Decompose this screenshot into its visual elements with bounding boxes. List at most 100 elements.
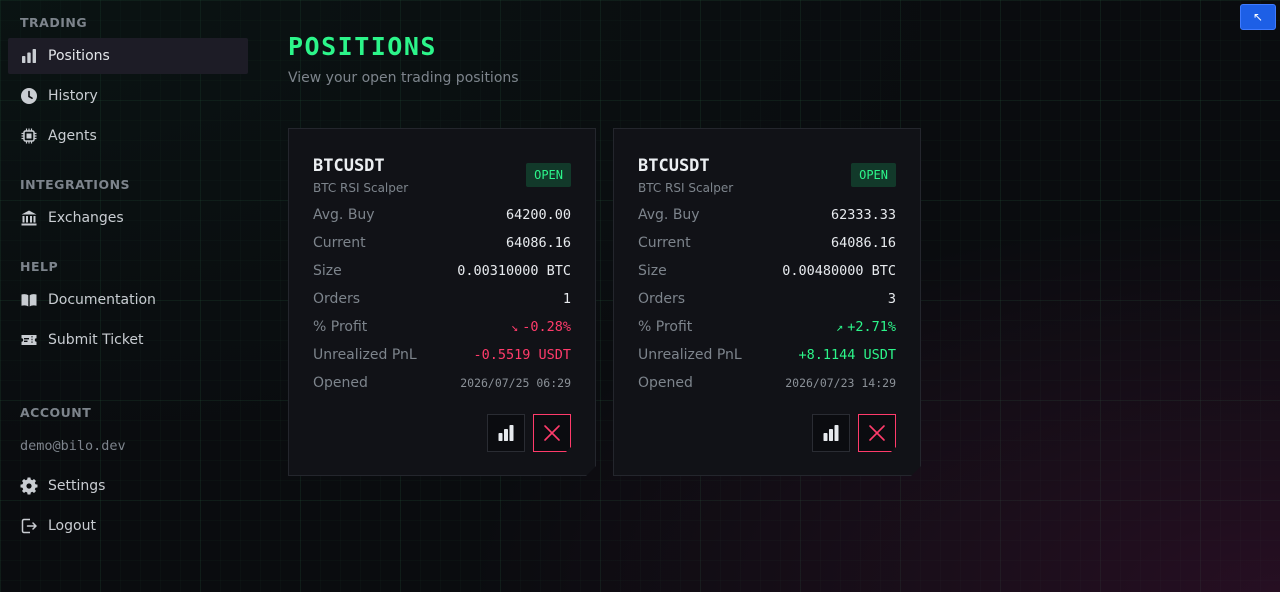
opened-row: Opened 2026/07/25 06:29 (313, 369, 571, 397)
book-open-icon (20, 291, 38, 309)
page-title: POSITIONS (288, 32, 437, 61)
sidebar-item-label: Submit Ticket (48, 332, 144, 348)
size-label: Size (313, 263, 342, 279)
sidebar-item-agents[interactable]: Agents (8, 118, 248, 154)
sidebar-item-documentation[interactable]: Documentation (8, 282, 248, 318)
clock-icon (20, 87, 38, 105)
profit-value: ↗ +2.71% (836, 319, 896, 335)
view-chart-button[interactable] (812, 414, 850, 452)
size-row: Size 0.00480000 BTC (638, 257, 896, 285)
trend-up-icon: ↗ (835, 320, 844, 334)
opened-value: 2026/07/25 06:29 (460, 376, 571, 390)
section-title-account: ACCOUNT (20, 405, 92, 420)
sidebar-item-label: Positions (48, 48, 110, 64)
sidebar-item-history[interactable]: History (8, 78, 248, 114)
position-card: BTCUSDT BTC RSI Scalper OPEN Avg. Buy 62… (613, 128, 921, 476)
card-actions (812, 414, 896, 452)
avg-buy-row: Avg. Buy 64200.00 (313, 201, 571, 229)
close-icon (868, 424, 886, 442)
sidebar-item-logout[interactable]: Logout (8, 508, 248, 544)
profit-percent: -0.28% (522, 319, 571, 335)
current-label: Current (313, 235, 366, 251)
orders-row: Orders 3 (638, 285, 896, 313)
position-card: BTCUSDT BTC RSI Scalper OPEN Avg. Buy 64… (288, 128, 596, 476)
close-position-button[interactable] (533, 414, 571, 452)
opened-value: 2026/07/23 14:29 (785, 376, 896, 390)
opened-label: Opened (638, 375, 693, 391)
section-title-integrations: INTEGRATIONS (20, 177, 131, 192)
page-subtitle: View your open trading positions (288, 70, 519, 86)
arrow-up-left-icon: ↖ (1252, 10, 1264, 24)
trend-down-icon: ↘ (510, 320, 519, 334)
pnl-value: +8.1144 USDT (798, 347, 896, 363)
profit-label: % Profit (313, 319, 368, 335)
profit-row: % Profit ↘ -0.28% (313, 313, 571, 341)
card-header: BTCUSDT BTC RSI Scalper OPEN (313, 155, 571, 195)
orders-value: 3 (887, 291, 896, 307)
opened-row: Opened 2026/07/23 14:29 (638, 369, 896, 397)
section-title-trading: TRADING (20, 15, 88, 30)
close-position-button[interactable] (858, 414, 896, 452)
position-strategy: BTC RSI Scalper (313, 181, 409, 195)
sidebar-item-submit-ticket[interactable]: Submit Ticket (8, 322, 248, 358)
current-label: Current (638, 235, 691, 251)
size-label: Size (638, 263, 667, 279)
orders-row: Orders 1 (313, 285, 571, 313)
close-icon (543, 424, 561, 442)
main-content: POSITIONS View your open trading positio… (288, 0, 1280, 592)
sidebar-item-label: Exchanges (48, 210, 124, 226)
current-value: 64086.16 (505, 235, 571, 251)
ticket-icon (20, 331, 38, 349)
avg-buy-value: 64200.00 (505, 207, 571, 223)
sidebar: TRADING Positions History Agents INTEGRA… (0, 0, 256, 592)
size-value: 0.00480000 BTC (782, 263, 896, 279)
size-value: 0.00310000 BTC (457, 263, 571, 279)
sidebar-item-positions[interactable]: Positions (8, 38, 248, 74)
status-badge: OPEN (526, 163, 571, 187)
profit-row: % Profit ↗ +2.71% (638, 313, 896, 341)
orders-value: 1 (562, 291, 571, 307)
account-email: demo@bilo.dev (20, 438, 126, 454)
sidebar-item-label: History (48, 88, 98, 104)
sidebar-item-exchanges[interactable]: Exchanges (8, 200, 248, 236)
bar-chart-icon (821, 423, 841, 443)
avg-buy-label: Avg. Buy (638, 207, 700, 223)
bar-chart-icon (20, 47, 38, 65)
positions-list: BTCUSDT BTC RSI Scalper OPEN Avg. Buy 64… (288, 128, 921, 476)
card-header: BTCUSDT BTC RSI Scalper OPEN (638, 155, 896, 195)
gear-icon (20, 477, 38, 495)
pnl-row: Unrealized PnL +8.1144 USDT (638, 341, 896, 369)
view-chart-button[interactable] (487, 414, 525, 452)
pnl-label: Unrealized PnL (638, 347, 742, 363)
position-symbol: BTCUSDT (313, 156, 385, 176)
card-actions (487, 414, 571, 452)
avg-buy-value: 62333.33 (830, 207, 896, 223)
orders-label: Orders (638, 291, 686, 307)
avg-buy-label: Avg. Buy (313, 207, 375, 223)
sidebar-item-label: Agents (48, 128, 97, 144)
app-root: TRADING Positions History Agents INTEGRA… (0, 0, 1280, 592)
pnl-row: Unrealized PnL -0.5519 USDT (313, 341, 571, 369)
avg-buy-row: Avg. Buy 62333.33 (638, 201, 896, 229)
bar-chart-icon (496, 423, 516, 443)
size-row: Size 0.00310000 BTC (313, 257, 571, 285)
pnl-label: Unrealized PnL (313, 347, 417, 363)
profit-percent: +2.71% (847, 319, 896, 335)
bank-icon (20, 209, 38, 227)
current-value: 64086.16 (830, 235, 896, 251)
arrow-up-left-button[interactable]: ↖ (1240, 4, 1276, 30)
orders-label: Orders (313, 291, 361, 307)
logout-icon (20, 517, 38, 535)
pnl-value: -0.5519 USDT (473, 347, 571, 363)
profit-label: % Profit (638, 319, 693, 335)
sidebar-item-label: Logout (48, 518, 96, 534)
sidebar-item-label: Documentation (48, 292, 156, 308)
opened-label: Opened (313, 375, 368, 391)
status-badge: OPEN (851, 163, 896, 187)
sidebar-item-label: Settings (48, 478, 106, 494)
cpu-chip-icon (20, 127, 38, 145)
section-title-help: HELP (20, 259, 59, 274)
current-row: Current 64086.16 (313, 229, 571, 257)
profit-value: ↘ -0.28% (511, 319, 571, 335)
sidebar-item-settings[interactable]: Settings (8, 468, 248, 504)
